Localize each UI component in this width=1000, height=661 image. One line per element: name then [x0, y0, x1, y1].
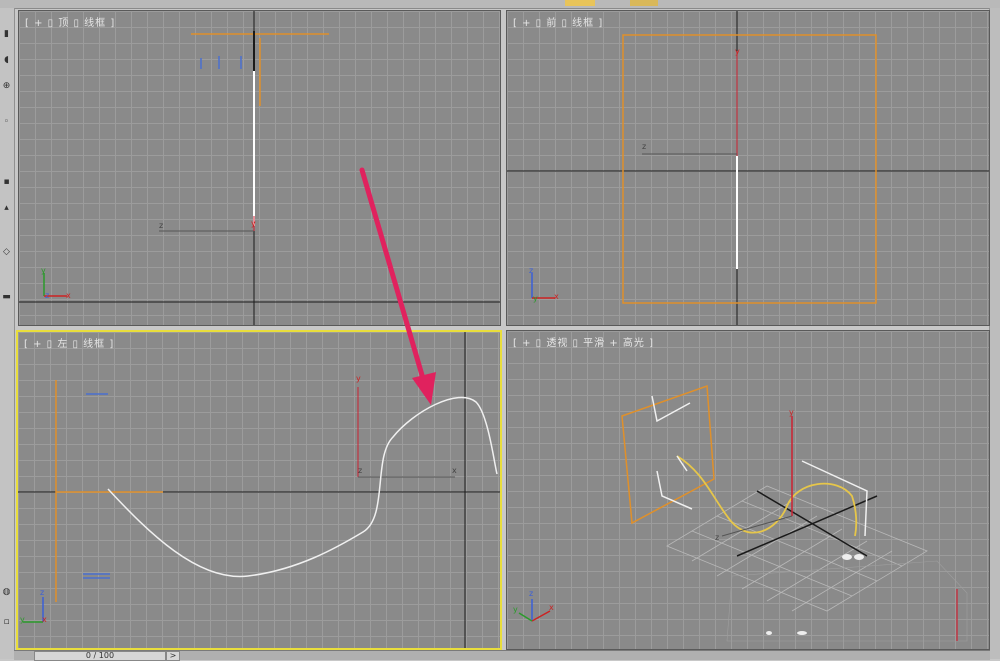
- axis-label-z: z: [159, 221, 164, 230]
- viewport-top[interactable]: [ + ▯ 顶 ▯ 线框 ] z y y z x: [18, 10, 501, 326]
- scale-icon[interactable]: ▪: [2, 178, 11, 187]
- gizmo-y-label: y: [533, 294, 538, 303]
- time-slider[interactable]: 0 / 100: [34, 651, 166, 661]
- move-icon[interactable]: ⊕: [2, 82, 11, 91]
- render-icon[interactable]: ▫: [2, 618, 11, 627]
- command-toolbar-left: ▮ ◖ ⊕ ◦ ▪ ▴ ◇ ▬ ◍ ▫: [0, 8, 15, 659]
- viewport-perspective[interactable]: [ + ▯ 透视 ▯ 平滑 + 高光 ] y z z y x: [506, 330, 990, 650]
- axis-label-y: y: [251, 219, 256, 228]
- next-frame-button[interactable]: >: [166, 651, 180, 661]
- axis-label-y: y: [356, 374, 361, 383]
- gizmo-z-label: z: [529, 589, 534, 598]
- mirror-icon[interactable]: ◇: [2, 248, 11, 257]
- axis-label-z: z: [642, 142, 647, 151]
- axis-label-z: z: [358, 466, 363, 475]
- toolbar-highlight[interactable]: [565, 0, 595, 6]
- gizmo-x-label: x: [549, 603, 554, 612]
- rotate-icon[interactable]: ◦: [2, 118, 11, 127]
- toolbar-highlight-2[interactable]: [630, 0, 658, 6]
- gizmo-x-label: x: [42, 615, 47, 624]
- command-panel-edge: [989, 8, 1000, 659]
- viewport-front[interactable]: [ + ▯ 前 ▯ 线框 ] y z z y x: [506, 10, 990, 326]
- gizmo-y-label: y: [513, 605, 518, 614]
- gizmo-y-label: y: [20, 615, 25, 624]
- axis-label-x: x: [452, 466, 457, 475]
- viewport-top-canvas: [19, 11, 500, 325]
- gizmo-z-label: z: [40, 588, 45, 597]
- viewport-left-canvas: [18, 332, 500, 648]
- link-icon[interactable]: ◖: [2, 56, 11, 65]
- snap-icon[interactable]: ▴: [2, 204, 11, 213]
- select-icon[interactable]: ▮: [2, 30, 11, 39]
- gizmo-z-label: z: [529, 266, 534, 275]
- axis-label-y: y: [789, 408, 794, 417]
- viewport-perspective-canvas: [518, 384, 968, 642]
- gizmo-x-label: x: [554, 292, 559, 301]
- axis-label-y: y: [735, 47, 740, 56]
- gizmo-y-label: y: [41, 266, 46, 275]
- material-icon[interactable]: ◍: [2, 588, 11, 597]
- align-icon[interactable]: ▬: [2, 293, 11, 302]
- axis-label-z: z: [715, 533, 720, 542]
- gizmo-x-label: x: [66, 291, 71, 300]
- viewport-front-canvas: [507, 11, 989, 325]
- gizmo-z-label: z: [45, 291, 50, 300]
- main-toolbar-strip: [0, 0, 1000, 9]
- viewport-left[interactable]: [ + ▯ 左 ▯ 线框 ] y z x z y x: [16, 330, 502, 650]
